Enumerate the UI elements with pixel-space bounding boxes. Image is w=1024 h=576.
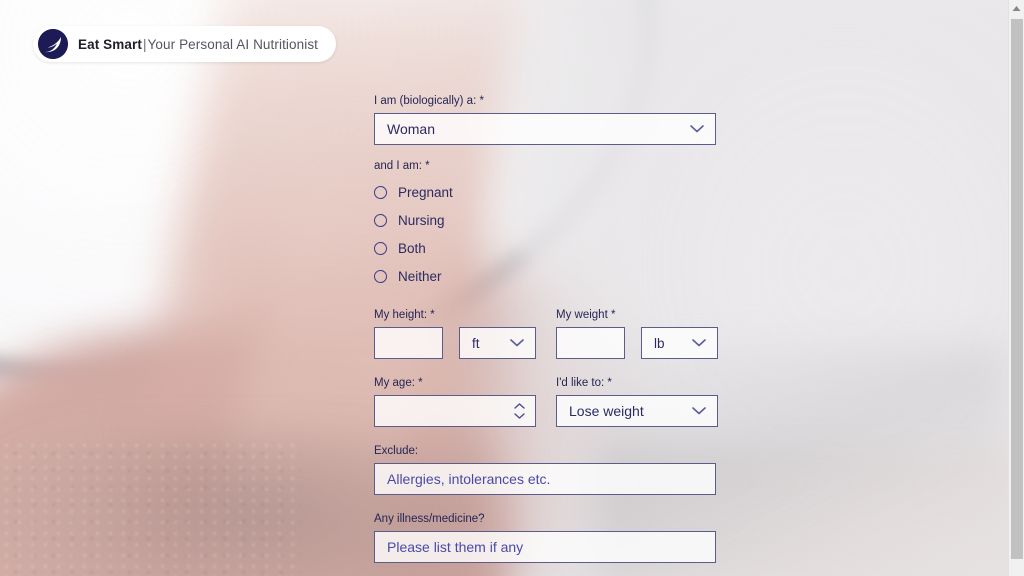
radio-option-neither[interactable]: Neither	[374, 262, 716, 290]
weight-input[interactable]	[556, 327, 625, 359]
status-label: and I am: *	[374, 160, 430, 172]
radio-circle-icon[interactable]	[374, 241, 387, 255]
measurements-row: My height: * ft My weight * lb	[374, 308, 718, 359]
gender-selected-value: Woman	[387, 121, 435, 137]
chevron-down-icon	[692, 407, 706, 416]
exclude-placeholder: Allergies, intolerances etc.	[387, 471, 551, 487]
scroll-up-arrow-icon[interactable]	[1009, 0, 1024, 17]
illness-placeholder: Please list them if any	[387, 539, 524, 555]
age-input[interactable]	[374, 395, 536, 427]
radio-label: Neither	[398, 268, 442, 284]
age-goal-row: My age: * I'd like to: * Lose weight	[374, 376, 718, 427]
goal-field-group: I'd like to: * Lose weight	[556, 376, 718, 427]
radio-circle-icon[interactable]	[374, 269, 387, 283]
radio-option-both[interactable]: Both	[374, 234, 716, 262]
status-field-group: and I am: * Pregnant Nursing Both Neithe…	[374, 159, 716, 290]
radio-option-nursing[interactable]: Nursing	[374, 206, 716, 234]
weight-label: My weight *	[556, 309, 616, 321]
illness-field-group: Any illness/medicine? Please list them i…	[374, 512, 716, 563]
exclude-label: Exclude:	[374, 445, 419, 457]
brand-name: Eat Smart	[78, 36, 142, 52]
radio-circle-icon[interactable]	[374, 213, 387, 227]
goal-label: I'd like to: *	[556, 377, 612, 389]
brand-tagline: Your Personal AI Nutritionist	[147, 36, 319, 52]
chevron-down-icon[interactable]	[514, 413, 525, 420]
radio-label: Nursing	[398, 212, 445, 228]
weight-unit-select[interactable]: lb	[641, 327, 718, 359]
radio-option-pregnant[interactable]: Pregnant	[374, 178, 716, 206]
vertical-scrollbar[interactable]	[1008, 0, 1024, 576]
radio-label: Pregnant	[398, 184, 453, 200]
photo-speckle-texture	[0, 440, 300, 576]
gender-label: I am (biologically) a: *	[374, 95, 484, 107]
illness-label: Any illness/medicine?	[374, 513, 485, 525]
height-unit-value: ft	[472, 335, 480, 351]
page-root: Eat Smart|Your Personal AI Nutritionist …	[0, 0, 1024, 576]
exclude-field-group: Exclude: Allergies, intolerances etc.	[374, 444, 716, 495]
radio-label: Both	[398, 240, 426, 256]
chevron-down-icon	[692, 339, 706, 348]
chevron-down-icon	[690, 125, 704, 134]
illness-input[interactable]: Please list them if any	[374, 531, 716, 563]
age-field-group: My age: *	[374, 376, 536, 427]
gender-select[interactable]: Woman	[374, 113, 716, 145]
height-unit-select[interactable]: ft	[459, 327, 536, 359]
chevron-up-icon[interactable]	[514, 403, 525, 410]
scroll-thumb[interactable]	[1011, 19, 1023, 559]
height-input[interactable]	[374, 327, 443, 359]
weight-field-group: My weight * lb	[556, 308, 718, 359]
goal-select[interactable]: Lose weight	[556, 395, 718, 427]
brand-text: Eat Smart|Your Personal AI Nutritionist	[78, 37, 318, 52]
chevron-down-icon	[510, 339, 524, 348]
height-field-group: My height: * ft	[374, 308, 536, 359]
nutrition-intake-form: I am (biologically) a: * Woman and I am:…	[374, 94, 718, 563]
weight-unit-value: lb	[654, 335, 665, 351]
exclude-input[interactable]: Allergies, intolerances etc.	[374, 463, 716, 495]
goal-selected-value: Lose weight	[569, 403, 644, 419]
radio-circle-icon[interactable]	[374, 185, 387, 199]
quantity-stepper[interactable]	[514, 403, 525, 420]
leaf-circle-icon	[38, 29, 68, 59]
gender-field-group: I am (biologically) a: * Woman	[374, 94, 716, 145]
age-label: My age: *	[374, 377, 423, 389]
brand-badge[interactable]: Eat Smart|Your Personal AI Nutritionist	[33, 26, 337, 62]
height-label: My height: *	[374, 309, 435, 321]
